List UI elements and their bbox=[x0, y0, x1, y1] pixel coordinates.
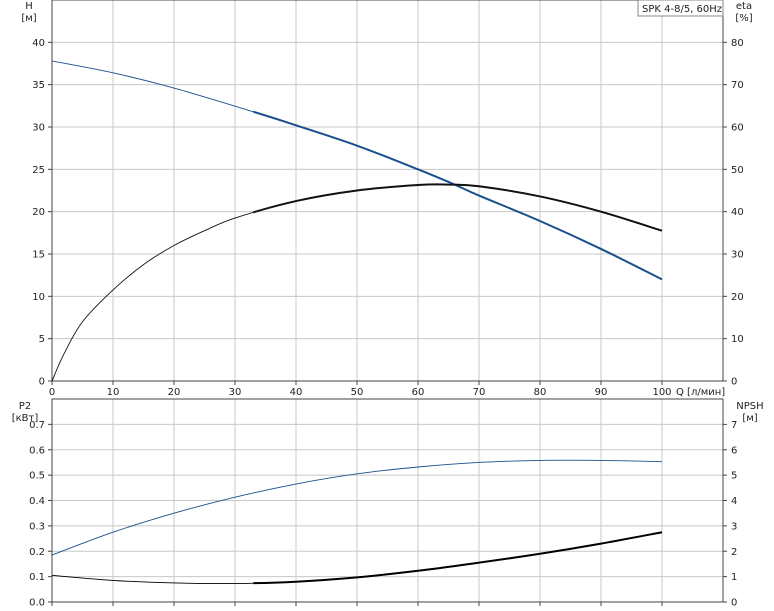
bottom-y-tick-label: 0.0 bbox=[29, 598, 45, 609]
top-y-tick-label: 30 bbox=[32, 123, 45, 134]
y-axis-label-h: H bbox=[25, 1, 33, 12]
bottom-y-tick-label: 0.6 bbox=[29, 445, 45, 456]
top-y-tick-label: 15 bbox=[32, 250, 45, 261]
x-axis-label: Q [л/мин] bbox=[676, 387, 725, 398]
bottom-y-tick-label: 0.2 bbox=[29, 547, 45, 558]
top-y-tick-label: 20 bbox=[32, 207, 45, 218]
top-y-tick-label: 35 bbox=[32, 80, 45, 91]
x-tick-label: 80 bbox=[534, 387, 547, 398]
y2-axis-unit-eta: [%] bbox=[735, 13, 752, 24]
bottom-y2-tick-label: 2 bbox=[731, 547, 737, 558]
top-y-tick-label: 5 bbox=[39, 334, 45, 345]
bottom-y2-tick-label: 1 bbox=[731, 572, 737, 583]
top-y2-tick-label: 50 bbox=[731, 165, 744, 176]
x-tick-label: 20 bbox=[168, 387, 181, 398]
top-y2-tick-label: 10 bbox=[731, 334, 744, 345]
x-tick-label: 30 bbox=[229, 387, 242, 398]
top-y2-tick-label: 80 bbox=[731, 38, 744, 49]
head-efficiency-panel: 0 5 10 15 20 25 30 35 40 0 10 20 30 40 50 60 70 80 0 10 20 30… bbox=[32, 0, 744, 398]
top-y2-tick-label: 40 bbox=[731, 207, 744, 218]
y2-axis-label-npsh: NPSH bbox=[736, 401, 763, 412]
top-y-tick-label: 40 bbox=[32, 38, 45, 49]
top-plot-frame bbox=[51, 0, 724, 382]
y-axis-unit-h: [м] bbox=[21, 13, 36, 24]
top-y2-tick-label: 30 bbox=[731, 250, 744, 261]
y-axis-unit-p2: [кВт] bbox=[12, 413, 39, 424]
bottom-y2-tick-label: 5 bbox=[731, 471, 737, 482]
top-y-tick-label: 10 bbox=[32, 292, 45, 303]
y2-axis-label-eta: eta bbox=[736, 1, 752, 12]
bottom-y2-tick-label: 0 bbox=[731, 598, 737, 609]
bottom-y-tick-label: 0.4 bbox=[29, 496, 45, 507]
x-tick-label: 100 bbox=[652, 387, 671, 398]
top-y2-tick-label: 70 bbox=[731, 80, 744, 91]
bottom-y2-tick-label: 7 bbox=[731, 420, 737, 431]
x-tick-label: 40 bbox=[290, 387, 303, 398]
y2-axis-unit-npsh: [м] bbox=[742, 413, 757, 424]
x-tick-label: 90 bbox=[595, 387, 608, 398]
top-y-tick-label: 0 bbox=[39, 377, 45, 388]
chart-title: SPK 4-8/5, 60Hz bbox=[642, 4, 722, 15]
top-y-tick-label: 25 bbox=[32, 165, 45, 176]
y-axis-label-p2: P2 bbox=[19, 401, 31, 412]
power-npsh-panel: 0.00.10.20.30.40.50.60.701234567 bbox=[29, 398, 737, 609]
x-tick-label: 50 bbox=[351, 387, 364, 398]
legend-box: SPK 4-8/5, 60Hz bbox=[637, 0, 724, 17]
pump-performance-chart: 0510152025303540010203040506070800 10 20 30… bbox=[12, 0, 764, 609]
bottom-y2-tick-label: 6 bbox=[731, 445, 737, 456]
bottom-y2-tick-label: 4 bbox=[731, 496, 737, 507]
bottom-y2-tick-label: 3 bbox=[731, 521, 737, 532]
bottom-y-tick-label: 0.1 bbox=[29, 572, 45, 583]
top-y2-tick-label: 0 bbox=[731, 377, 737, 388]
x-tick-label: 0 bbox=[49, 387, 55, 398]
top-y2-tick-label: 20 bbox=[731, 292, 744, 303]
bottom-y-tick-label: 0.3 bbox=[29, 521, 45, 532]
top-y2-tick-label: 60 bbox=[731, 123, 744, 134]
x-tick-label: 10 bbox=[107, 387, 120, 398]
bottom-y-tick-label: 0.5 bbox=[29, 471, 45, 482]
x-tick-label: 70 bbox=[473, 387, 486, 398]
x-tick-label: 60 bbox=[412, 387, 425, 398]
